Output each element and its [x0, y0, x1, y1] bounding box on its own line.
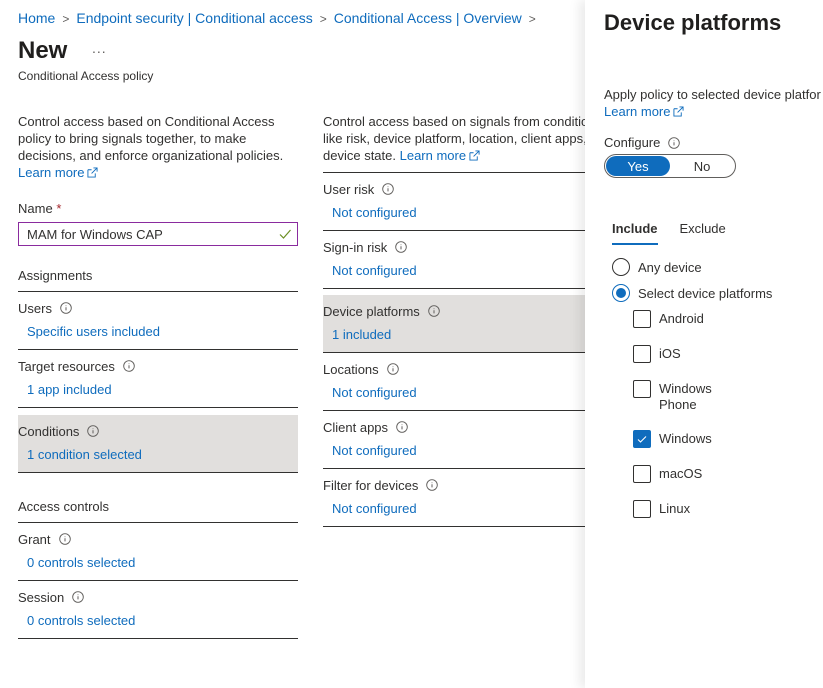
access-grant[interactable]: Grant 0 controls selected: [18, 523, 298, 581]
external-link-icon: [469, 150, 480, 161]
info-icon[interactable]: [60, 302, 72, 314]
radio-any-device[interactable]: Any device: [612, 258, 772, 276]
valid-check-icon: [279, 229, 291, 239]
radio-unchecked-icon[interactable]: [612, 258, 630, 276]
page-subtitle: Conditional Access policy: [18, 69, 154, 83]
info-icon[interactable]: [72, 591, 85, 603]
sign-in-risk-value-link[interactable]: Not configured: [323, 263, 585, 278]
condition-locations[interactable]: Locations Not configured: [323, 353, 585, 411]
platform-checkbox-list: Android iOS Windows Phone Windows macOS …: [633, 310, 729, 535]
checkbox-unchecked-icon[interactable]: [633, 345, 651, 363]
external-link-icon: [673, 106, 685, 117]
condition-device-platforms[interactable]: Device platforms 1 included: [323, 295, 585, 353]
breadcrumb-endpoint-security[interactable]: Endpoint security | Conditional access: [76, 10, 312, 26]
checkbox-linux[interactable]: Linux: [633, 500, 729, 518]
radio-checked-icon[interactable]: [612, 284, 630, 302]
info-icon[interactable]: [426, 479, 439, 491]
name-input[interactable]: [27, 226, 267, 242]
breadcrumb-ca-overview[interactable]: Conditional Access | Overview: [334, 10, 522, 26]
info-icon[interactable]: [428, 305, 440, 317]
info-icon[interactable]: [382, 183, 395, 195]
info-icon[interactable]: [668, 136, 681, 149]
include-exclude-tabs: Include Exclude: [612, 221, 726, 245]
target-resources-value-link[interactable]: 1 app included: [18, 382, 298, 397]
checkbox-unchecked-icon[interactable]: [633, 380, 651, 398]
info-icon[interactable]: [58, 533, 71, 545]
info-icon[interactable]: [386, 363, 399, 375]
panel-title: Device platforms: [604, 10, 782, 35]
access-session[interactable]: Session 0 controls selected: [18, 581, 298, 639]
page-title: New: [18, 37, 68, 64]
info-icon[interactable]: [395, 241, 408, 253]
checkbox-windows[interactable]: Windows: [633, 430, 729, 448]
user-risk-value-link[interactable]: Not configured: [323, 205, 585, 220]
more-options-button[interactable]: ...: [92, 40, 107, 56]
checkbox-ios[interactable]: iOS: [633, 345, 729, 363]
checkbox-unchecked-icon[interactable]: [633, 500, 651, 518]
tab-exclude[interactable]: Exclude: [680, 221, 726, 245]
required-asterisk: *: [56, 201, 62, 216]
name-label: Name *: [18, 201, 62, 216]
panel-description: Apply policy to selected device platfor …: [604, 87, 821, 119]
configure-toggle[interactable]: Yes No: [604, 154, 736, 178]
learn-more-link[interactable]: Learn more: [604, 104, 685, 119]
toggle-yes[interactable]: Yes: [606, 156, 670, 176]
condition-sign-in-risk[interactable]: Sign-in risk Not configured: [323, 231, 585, 289]
client-apps-value-link[interactable]: Not configured: [323, 443, 585, 458]
device-platforms-panel: Device platforms Apply policy to selecte…: [585, 0, 823, 688]
device-platforms-value-link[interactable]: 1 included: [323, 327, 585, 342]
access-controls-heading: Access controls: [18, 487, 298, 523]
filter-for-devices-value-link[interactable]: Not configured: [323, 501, 585, 516]
chevron-right-icon: >: [319, 12, 327, 26]
checkbox-windows-phone[interactable]: Windows Phone: [633, 380, 729, 413]
policy-description: Control access based on Conditional Acce…: [18, 114, 284, 180]
users-value-link[interactable]: Specific users included: [18, 324, 298, 339]
session-value-link[interactable]: 0 controls selected: [18, 613, 298, 628]
tab-include[interactable]: Include: [612, 221, 658, 245]
checkbox-unchecked-icon[interactable]: [633, 465, 651, 483]
checkbox-checked-icon[interactable]: [633, 430, 651, 448]
checkbox-unchecked-icon[interactable]: [633, 310, 651, 328]
configure-label: Configure: [604, 135, 681, 150]
conditions-description: Control access based on signals from con…: [323, 113, 585, 173]
checkbox-android[interactable]: Android: [633, 310, 729, 328]
chevron-right-icon: >: [528, 12, 536, 26]
learn-more-link[interactable]: Learn more: [18, 165, 99, 180]
condition-user-risk[interactable]: User risk Not configured: [323, 173, 585, 231]
breadcrumb: Home > Endpoint security | Conditional acc…: [18, 10, 543, 26]
device-scope-radios: Any device Select device platforms: [612, 258, 772, 310]
external-link-icon: [87, 167, 99, 178]
checkmark-icon: [637, 436, 647, 443]
assignment-users[interactable]: Users Specific users included: [18, 292, 298, 350]
toggle-no[interactable]: No: [670, 156, 734, 176]
chevron-right-icon: >: [62, 12, 70, 26]
learn-more-link[interactable]: Learn more: [400, 148, 480, 163]
info-icon[interactable]: [123, 360, 135, 372]
assignment-conditions[interactable]: Conditions 1 condition selected: [18, 415, 298, 473]
checkbox-macos[interactable]: macOS: [633, 465, 729, 483]
conditions-value-link[interactable]: 1 condition selected: [18, 447, 298, 462]
radio-select-device-platforms[interactable]: Select device platforms: [612, 284, 772, 302]
condition-client-apps[interactable]: Client apps Not configured: [323, 411, 585, 469]
info-icon[interactable]: [87, 425, 100, 437]
grant-value-link[interactable]: 0 controls selected: [18, 555, 298, 570]
breadcrumb-home[interactable]: Home: [18, 10, 55, 26]
assignments-heading: Assignments: [18, 256, 298, 292]
policy-column: Control access based on Conditional Acce…: [18, 113, 298, 639]
locations-value-link[interactable]: Not configured: [323, 385, 585, 400]
name-field[interactable]: [18, 222, 298, 246]
assignment-target-resources[interactable]: Target resources 1 app included: [18, 350, 298, 408]
condition-filter-for-devices[interactable]: Filter for devices Not configured: [323, 469, 585, 527]
info-icon[interactable]: [396, 421, 408, 433]
conditions-column: Control access based on signals from con…: [323, 113, 585, 527]
